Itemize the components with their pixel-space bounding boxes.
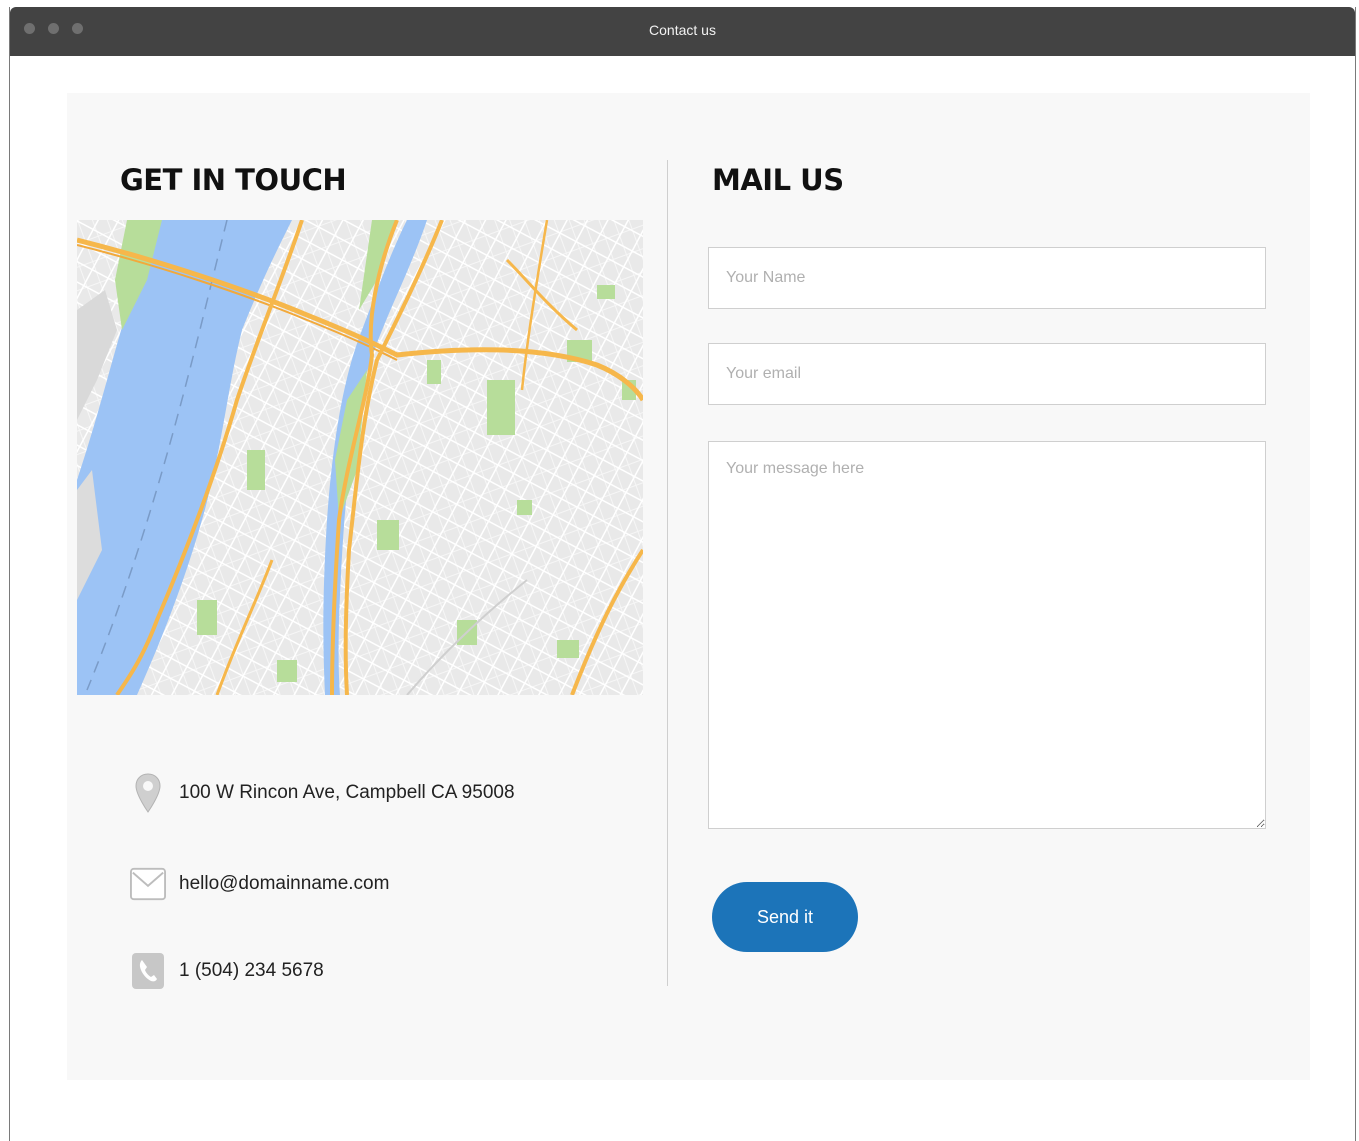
phone-row: 1 (504) 234 5678 xyxy=(130,953,324,989)
map-pin-icon xyxy=(130,773,166,813)
browser-window: Contact us GET IN TOUCH 100 W Rincon Ave… xyxy=(9,7,1356,1141)
get-in-touch-heading: GET IN TOUCH xyxy=(120,163,347,197)
email-link[interactable]: hello@domainname.com xyxy=(179,873,389,895)
phone-link[interactable]: 1 (504) 234 5678 xyxy=(179,960,324,982)
contact-panel: GET IN TOUCH 100 W Rincon Ave, Campbell … xyxy=(67,93,1310,1080)
map-image xyxy=(77,220,643,695)
address-row: 100 W Rincon Ave, Campbell CA 95008 xyxy=(130,773,515,813)
message-textarea[interactable] xyxy=(708,441,1266,829)
phone-icon xyxy=(130,953,166,989)
name-input[interactable] xyxy=(708,247,1266,309)
window-title: Contact us xyxy=(649,22,716,38)
column-divider xyxy=(667,160,668,986)
email-input[interactable] xyxy=(708,343,1266,405)
email-row: hello@domainname.com xyxy=(130,866,389,902)
location-map[interactable] xyxy=(77,220,643,695)
address-text: 100 W Rincon Ave, Campbell CA 95008 xyxy=(179,782,515,803)
title-bar: Contact us xyxy=(10,7,1355,56)
envelope-icon xyxy=(130,866,166,902)
send-button[interactable]: Send it xyxy=(712,882,858,952)
mail-us-heading: MAIL US xyxy=(712,163,844,197)
